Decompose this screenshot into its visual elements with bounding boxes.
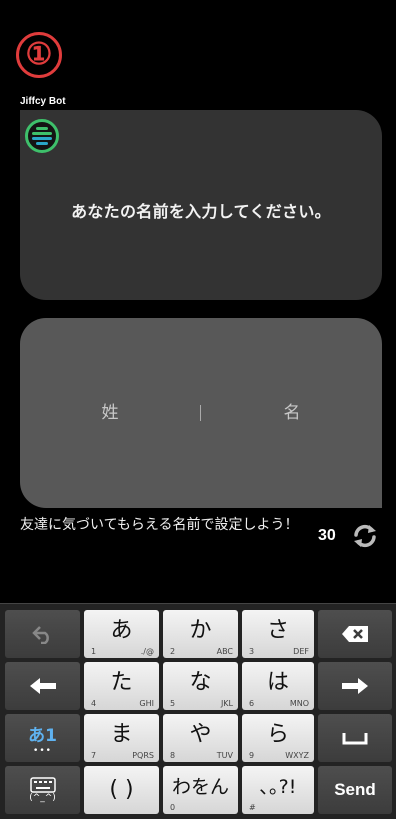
punctuation-key[interactable]: ､｡?! # xyxy=(242,766,314,814)
key-main-label: さ xyxy=(266,618,289,643)
cursor-left-key[interactable] xyxy=(5,662,80,710)
key-main-label: た xyxy=(110,670,133,695)
kana-key-ra[interactable]: ら 9 WXYZ xyxy=(242,714,314,762)
kana-key-na[interactable]: な 5 JKL xyxy=(163,662,238,710)
brackets-key[interactable]: ( ) xyxy=(84,766,159,814)
key-number-label: 2 xyxy=(170,647,176,656)
right-arrow-icon xyxy=(342,678,368,694)
name-input-bubble xyxy=(20,318,382,508)
key-number-label: 3 xyxy=(249,647,255,656)
key-number-label: # xyxy=(249,803,256,812)
emoji-keyboard-key[interactable]: (^_^) xyxy=(5,766,80,814)
bot-message-text: あなたの名前を入力してください。 xyxy=(71,202,331,221)
kana-key-a[interactable]: あ 1 ./@ xyxy=(84,610,159,658)
key-number-label: 5 xyxy=(170,699,176,708)
space-icon xyxy=(342,733,368,745)
key-letters-label: PQRS xyxy=(132,751,154,760)
key-letters-label: MNO xyxy=(289,699,309,708)
key-letters-label: ./@ xyxy=(140,647,154,656)
key-letters-label: TUV xyxy=(216,751,233,760)
kana-key-ya[interactable]: や 8 TUV xyxy=(163,714,238,762)
emoticon-label: (^_^) xyxy=(29,793,56,803)
field-divider xyxy=(200,405,201,421)
refresh-button[interactable] xyxy=(349,520,381,552)
first-name-field[interactable] xyxy=(202,398,382,428)
key-main-label: ら xyxy=(266,722,289,747)
kana-key-ma[interactable]: ま 7 PQRS xyxy=(84,714,159,762)
key-number-label: 8 xyxy=(170,751,176,760)
bot-avatar-icon xyxy=(25,119,59,153)
input-mode-label: あ1 xyxy=(28,725,57,746)
cursor-right-key[interactable] xyxy=(318,662,392,710)
key-letters-label: GHI xyxy=(139,699,154,708)
char-count: 30 xyxy=(318,527,336,544)
left-arrow-icon xyxy=(29,678,56,694)
key-number-label: 7 xyxy=(91,751,97,760)
kana-key-sa[interactable]: さ 3 DEF xyxy=(242,610,314,658)
key-number-label: 1 xyxy=(91,647,97,656)
refresh-icon xyxy=(354,524,376,548)
backspace-icon xyxy=(342,626,368,642)
key-main-label: あ xyxy=(110,618,133,643)
delete-key[interactable] xyxy=(318,610,392,658)
kana-key-wa[interactable]: わをん 0 xyxy=(163,766,238,814)
key-main-label: ま xyxy=(110,722,133,747)
kana-key-ta[interactable]: た 4 GHI xyxy=(84,662,159,710)
input-mode-key[interactable]: あ1 ••• xyxy=(5,714,80,762)
kana-key-ka[interactable]: か 2 ABC xyxy=(163,610,238,658)
key-main-label: や xyxy=(189,722,212,747)
key-main-label: な xyxy=(189,670,212,695)
input-mode-dots: ••• xyxy=(33,745,52,756)
undo-key[interactable] xyxy=(5,610,80,658)
key-main-label: ( ) xyxy=(109,777,134,802)
key-main-label: わをん xyxy=(171,775,229,798)
bot-message-bubble: あなたの名前を入力してください。 xyxy=(20,110,382,300)
key-number-label: 6 xyxy=(249,699,255,708)
send-label: Send xyxy=(334,780,376,799)
bot-name: Jiffcy Bot xyxy=(20,96,66,107)
key-main-label: は xyxy=(266,670,289,695)
key-number-label: 0 xyxy=(170,803,176,812)
undo-icon xyxy=(31,626,49,644)
key-letters-label: ABC xyxy=(216,647,233,656)
keyboard-icon xyxy=(29,777,56,793)
key-letters-label: DEF xyxy=(293,647,309,656)
kana-key-ha[interactable]: は 6 MNO xyxy=(242,662,314,710)
step-number-badge: ① xyxy=(16,32,62,78)
key-number-label: 4 xyxy=(91,699,97,708)
space-key[interactable] xyxy=(318,714,392,762)
key-letters-label: JKL xyxy=(220,699,233,708)
key-letters-label: WXYZ xyxy=(285,751,309,760)
key-main-label: か xyxy=(189,618,212,643)
last-name-field[interactable] xyxy=(20,398,200,428)
hint-text: 友達に気づいてもらえる名前で設定しよう！ xyxy=(20,517,299,533)
keyboard: あ1 ••• (^_^) Send あ 1 ./@ か 2 ABC さ 3 DE… xyxy=(0,603,396,819)
key-main-label: ､｡?! xyxy=(259,775,297,798)
send-key[interactable]: Send xyxy=(318,766,392,814)
key-number-label: 9 xyxy=(249,751,255,760)
